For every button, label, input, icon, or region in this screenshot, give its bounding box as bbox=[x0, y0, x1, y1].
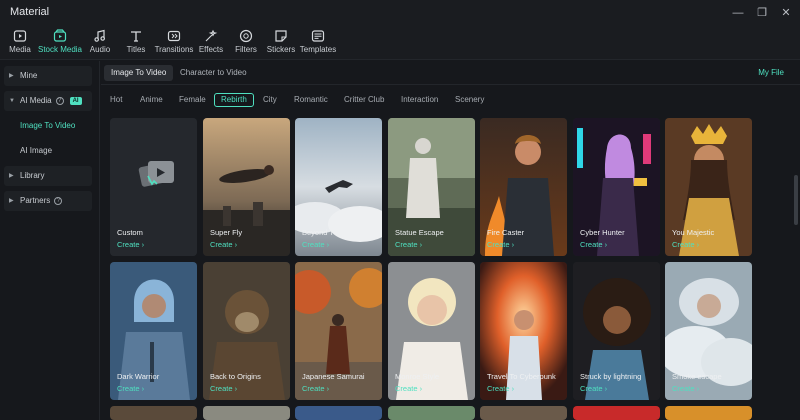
toolbar-media[interactable]: Media bbox=[4, 29, 36, 59]
template-card-row3-7[interactable] bbox=[665, 406, 752, 420]
scrollbar-thumb[interactable] bbox=[794, 175, 798, 225]
create-link[interactable]: Create › bbox=[302, 240, 329, 249]
card-title: Beyond The Clouds bbox=[302, 228, 368, 237]
text-icon bbox=[131, 31, 141, 42]
create-link[interactable]: Create › bbox=[672, 384, 699, 393]
template-card-row3-3[interactable] bbox=[295, 406, 382, 420]
card-title: Custom bbox=[117, 228, 143, 237]
create-link[interactable]: Create › bbox=[580, 240, 607, 249]
template-card-custom[interactable]: Custom Create › bbox=[110, 118, 197, 256]
template-card-travel-to-cyberpunk[interactable]: Travel To Cyberpunk Create › bbox=[480, 262, 567, 400]
transitions-icon bbox=[167, 30, 181, 42]
stock-media-icon bbox=[53, 29, 67, 42]
filters-icon bbox=[239, 29, 253, 43]
create-link[interactable]: Create › bbox=[302, 384, 329, 393]
sidebar: ▶ Mine ▼ AI Media? AI Image To Video AI I… bbox=[0, 61, 100, 420]
card-title: Smoke escape bbox=[672, 372, 722, 381]
template-card-row3-5[interactable] bbox=[480, 406, 567, 420]
card-title: Statue Escape bbox=[395, 228, 444, 237]
card-title: Cyber Hunter bbox=[580, 228, 625, 237]
templates-icon bbox=[311, 30, 325, 42]
media-toolbar: Media Stock Media Audio Titles Transitio… bbox=[0, 26, 800, 60]
template-card-row3-2[interactable] bbox=[203, 406, 290, 420]
toolbar-filters[interactable]: Filters bbox=[232, 29, 260, 59]
create-link[interactable]: Create › bbox=[487, 240, 514, 249]
sidebar-item-mine[interactable]: ▶ Mine bbox=[4, 66, 92, 86]
toolbar-stickers[interactable]: Stickers bbox=[265, 29, 297, 59]
effects-icon bbox=[205, 29, 218, 42]
card-title: Monroe Style bbox=[395, 372, 440, 381]
template-card-smoke-escape[interactable]: Smoke escape Create › bbox=[665, 262, 752, 400]
close-button[interactable]: ✕ bbox=[776, 3, 796, 23]
template-card-statue-escape[interactable]: Statue Escape Create › bbox=[388, 118, 475, 256]
template-card-super-fly[interactable]: Super Fly Create › bbox=[203, 118, 290, 256]
toolbar-effects[interactable]: Effects bbox=[197, 29, 225, 59]
caret-right-icon: ▶ bbox=[9, 73, 14, 79]
toolbar-stock-media[interactable]: Stock Media bbox=[37, 29, 83, 59]
toolbar-audio[interactable]: Audio bbox=[86, 29, 114, 59]
template-card-beyond-the-clouds[interactable]: Beyond The Clouds Create › bbox=[295, 118, 382, 256]
help-icon[interactable]: ? bbox=[55, 96, 64, 105]
caret-right-icon: ▶ bbox=[9, 173, 14, 179]
template-card-row3-6[interactable] bbox=[573, 406, 660, 420]
card-title: Dark Warrior bbox=[117, 372, 160, 381]
card-title: You Majestic bbox=[672, 228, 715, 237]
minimize-button[interactable]: — bbox=[728, 3, 748, 23]
create-link[interactable]: Create › bbox=[580, 384, 607, 393]
template-card-you-majestic[interactable]: You Majestic Create › bbox=[665, 118, 752, 256]
caret-right-icon: ▶ bbox=[9, 198, 14, 204]
template-card-japanese-samurai[interactable]: Japanese Samurai Create › bbox=[295, 262, 382, 400]
sidebar-item-image-to-video[interactable]: Image To Video bbox=[20, 121, 75, 130]
template-card-monroe-style[interactable]: Monroe Style Create › bbox=[388, 262, 475, 400]
template-card-back-to-origins[interactable]: Back to Origins Create › bbox=[203, 262, 290, 400]
title-bar: Material — ❐ ✕ bbox=[0, 0, 800, 26]
maximize-button[interactable]: ❐ bbox=[752, 3, 772, 23]
sidebar-item-library[interactable]: ▶ Library bbox=[4, 166, 92, 186]
card-title: Japanese Samurai bbox=[302, 372, 365, 381]
card-title: Fire Caster bbox=[487, 228, 525, 237]
sidebar-item-partners[interactable]: ▶ Partners? bbox=[4, 191, 92, 211]
window-title: Material bbox=[10, 6, 50, 18]
stickers-icon bbox=[275, 30, 287, 42]
template-grid: Custom Create › Super Fly Create › Beyon… bbox=[101, 61, 800, 420]
create-link[interactable]: Create › bbox=[487, 384, 514, 393]
ai-badge: AI bbox=[69, 96, 82, 105]
help-icon[interactable]: ? bbox=[54, 196, 63, 205]
create-link[interactable]: Create › bbox=[117, 240, 144, 249]
toolbar-titles[interactable]: Titles bbox=[121, 29, 151, 59]
template-card-fire-caster[interactable]: Fire Caster Create › bbox=[480, 118, 567, 256]
create-link[interactable]: Create › bbox=[210, 384, 237, 393]
template-card-cyber-hunter[interactable]: Cyber Hunter Create › bbox=[573, 118, 660, 256]
create-link[interactable]: Create › bbox=[117, 384, 144, 393]
sidebar-item-ai-image[interactable]: AI Image bbox=[20, 146, 52, 155]
toolbar-transitions[interactable]: Transitions bbox=[154, 29, 194, 59]
card-title: Travel To Cyberpunk bbox=[487, 372, 556, 381]
create-link[interactable]: Create › bbox=[210, 240, 237, 249]
card-title: Back to Origins bbox=[210, 372, 261, 381]
media-icon bbox=[13, 30, 27, 42]
create-link[interactable]: Create › bbox=[395, 240, 422, 249]
template-card-row3-4[interactable] bbox=[388, 406, 475, 420]
card-title: Struck by lightning bbox=[580, 372, 642, 381]
content-area: Image To Video Character to Video My Fil… bbox=[101, 61, 800, 420]
template-card-struck-by-lightning[interactable]: Struck by lightning Create › bbox=[573, 262, 660, 400]
template-card-dark-warrior[interactable]: Dark Warrior Create › bbox=[110, 262, 197, 400]
template-card-row3-1[interactable] bbox=[110, 406, 197, 420]
create-link[interactable]: Create › bbox=[672, 240, 699, 249]
caret-down-icon: ▼ bbox=[9, 98, 15, 104]
music-note-icon bbox=[94, 29, 106, 42]
card-title: Super Fly bbox=[210, 228, 243, 237]
create-link[interactable]: Create › bbox=[395, 384, 422, 393]
toolbar-templates[interactable]: Templates bbox=[299, 29, 337, 59]
sidebar-item-ai-media[interactable]: ▼ AI Media? AI bbox=[4, 91, 92, 111]
